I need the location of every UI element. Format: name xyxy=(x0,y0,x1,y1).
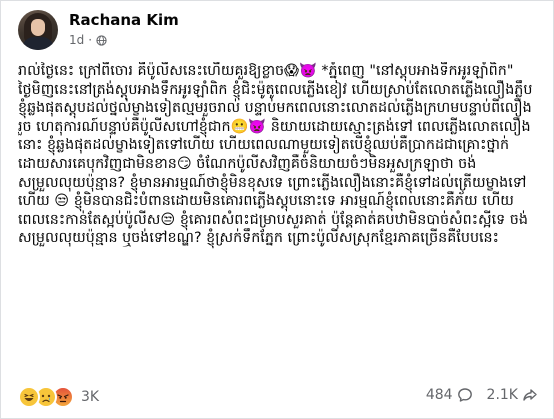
avatar[interactable] xyxy=(18,10,58,50)
post-time[interactable]: 1d xyxy=(69,33,84,47)
share-count: 2.1K xyxy=(486,387,518,403)
avatar-body xyxy=(22,37,54,50)
avatar-face xyxy=(31,19,45,36)
reactions-summary[interactable]: 3K xyxy=(18,386,99,408)
meta-separator: · xyxy=(88,33,93,47)
comments-stat[interactable]: 484 xyxy=(426,387,473,403)
post-header: Rachana Kim 1d · xyxy=(18,10,538,54)
comment-icon xyxy=(457,388,472,402)
globe-icon xyxy=(96,34,107,46)
shares-stat[interactable]: 2.1K xyxy=(487,387,538,403)
post-body-text: រាល់ថ្ងៃនេះ ក្រៅពីចោរ គឺប៉ូលីសនេះហើយគួរឱ… xyxy=(18,63,533,247)
author-name[interactable]: Rachana Kim xyxy=(69,11,179,29)
haha-icon xyxy=(18,386,40,408)
comment-count: 484 xyxy=(425,387,453,403)
post-meta: 1d · xyxy=(69,33,107,47)
post-footer: 3K 484 2.1K xyxy=(18,386,538,410)
reaction-count: 3K xyxy=(81,389,100,405)
share-icon xyxy=(523,389,537,401)
post-card: Rachana Kim 1d · រាល់ថ្ងៃនេះ ក្រៅពីចោរ គ… xyxy=(0,0,554,419)
post-stats: 484 2.1K xyxy=(426,387,538,403)
